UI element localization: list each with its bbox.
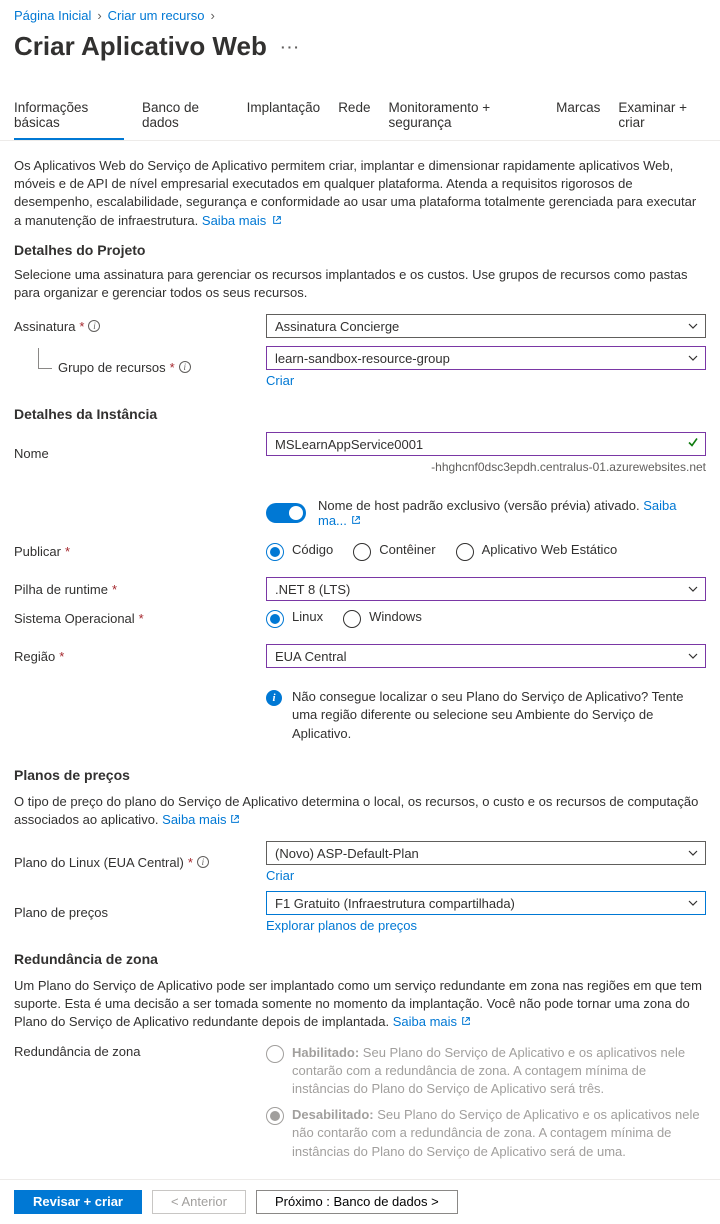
chevron-down-icon <box>687 320 699 332</box>
intro-text: Os Aplicativos Web do Serviço de Aplicat… <box>14 157 706 230</box>
publish-container-radio[interactable]: Contêiner <box>353 542 435 561</box>
external-link-icon <box>351 513 361 528</box>
create-plan-link[interactable]: Criar <box>266 868 706 883</box>
linux-plan-label: Plano do Linux (EUA Central) <box>14 855 184 870</box>
os-label: Sistema Operacional <box>14 611 135 626</box>
resource-group-label: Grupo de recursos <box>58 360 166 375</box>
name-row: Nome MSLearnAppService0001 -hhghcnf0dsc3… <box>14 432 706 474</box>
info-icon: i <box>266 690 282 706</box>
publish-static-radio[interactable]: Aplicativo Web Estático <box>456 542 618 561</box>
external-link-icon <box>272 213 282 228</box>
subscription-label: Assinatura <box>14 319 75 334</box>
info-icon[interactable]: i <box>179 361 191 373</box>
previous-button: < Anterior <box>152 1190 246 1214</box>
breadcrumb: Página Inicial › Criar um recurso › <box>0 0 720 27</box>
chevron-down-icon <box>687 897 699 909</box>
zone-redundancy-label: Redundância de zona <box>14 1044 141 1059</box>
subscription-select[interactable]: Assinatura Concierge <box>266 314 706 338</box>
chevron-down-icon <box>687 847 699 859</box>
tab-basics[interactable]: Informações básicas <box>14 92 124 140</box>
more-icon[interactable]: ··· <box>281 39 301 55</box>
chevron-right-icon: › <box>97 8 101 23</box>
region-info-row: i Não consegue localizar o seu Plano do … <box>14 676 706 749</box>
os-row: Sistema Operacional * Linux Windows <box>14 609 706 628</box>
name-input[interactable]: MSLearnAppService0001 <box>266 432 706 456</box>
chevron-right-icon: › <box>210 8 214 23</box>
region-select[interactable]: EUA Central <box>266 644 706 668</box>
region-label: Região <box>14 649 55 664</box>
linux-plan-select[interactable]: (Novo) ASP-Default-Plan <box>266 841 706 865</box>
next-button[interactable]: Próximo : Banco de dados > <box>256 1190 458 1214</box>
name-label: Nome <box>14 446 49 461</box>
zone-redundancy-row: Redundância de zona Habilitado: Seu Plan… <box>14 1044 706 1161</box>
zone-disabled-radio: Desabilitado: Seu Plano do Serviço de Ap… <box>266 1106 706 1161</box>
subscription-row: Assinatura * i Assinatura Concierge <box>14 314 706 338</box>
pricing-tier-label: Plano de preços <box>14 905 108 920</box>
zone-redundancy-desc: Um Plano do Serviço de Aplicativo pode s… <box>14 977 706 1032</box>
chevron-down-icon <box>687 583 699 595</box>
pricing-heading: Planos de preços <box>14 767 706 783</box>
breadcrumb-home[interactable]: Página Inicial <box>14 8 91 23</box>
checkmark-icon <box>687 437 699 452</box>
os-linux-radio[interactable]: Linux <box>266 609 323 628</box>
project-details-desc: Selecione uma assinatura para gerenciar … <box>14 266 706 302</box>
tab-monitoring[interactable]: Monitoramento + segurança <box>388 92 538 140</box>
instance-details-heading: Detalhes da Instância <box>14 406 706 422</box>
unique-hostname-row: Nome de host padrão exclusivo (versão pr… <box>14 482 706 534</box>
page-title-container: Criar Aplicativo Web ··· <box>0 27 720 74</box>
footer: Revisar + criar < Anterior Próximo : Ban… <box>0 1179 720 1224</box>
tab-deployment[interactable]: Implantação <box>247 92 321 140</box>
toggle-text: Nome de host padrão exclusivo (versão pr… <box>318 498 706 528</box>
learn-more-pricing-link[interactable]: Saiba mais <box>162 812 240 827</box>
page-title: Criar Aplicativo Web <box>14 31 267 62</box>
pricing-desc: O tipo de preço do plano do Serviço de A… <box>14 793 706 829</box>
tab-review[interactable]: Examinar + criar <box>618 92 706 140</box>
hostname-preview: -hhghcnf0dsc3epdh.centralus-01.azurewebs… <box>266 460 706 474</box>
pricing-tier-row: Plano de preços F1 Gratuito (Infraestrut… <box>14 891 706 933</box>
project-details-heading: Detalhes do Projeto <box>14 242 706 258</box>
tab-network[interactable]: Rede <box>338 92 370 140</box>
zone-redundancy-heading: Redundância de zona <box>14 951 706 967</box>
chevron-down-icon <box>687 650 699 662</box>
tab-tags[interactable]: Marcas <box>556 92 600 140</box>
publish-label: Publicar <box>14 544 61 559</box>
region-row: Região * EUA Central <box>14 644 706 668</box>
resource-group-select[interactable]: learn-sandbox-resource-group <box>266 346 706 370</box>
publish-row: Publicar * Código Contêiner Aplicativo W… <box>14 542 706 561</box>
external-link-icon <box>230 812 240 827</box>
os-windows-radio[interactable]: Windows <box>343 609 422 628</box>
pricing-tier-select[interactable]: F1 Gratuito (Infraestrutura compartilhad… <box>266 891 706 915</box>
info-icon[interactable]: i <box>197 856 209 868</box>
runtime-row: Pilha de runtime * .NET 8 (LTS) <box>14 577 706 601</box>
external-link-icon <box>461 1014 471 1029</box>
explore-pricing-link[interactable]: Explorar planos de preços <box>266 918 706 933</box>
resource-group-row: Grupo de recursos * i learn-sandbox-reso… <box>14 346 706 388</box>
breadcrumb-create-resource[interactable]: Criar um recurso <box>108 8 205 23</box>
tabs: Informações básicas Banco de dados Impla… <box>0 92 720 141</box>
linux-plan-row: Plano do Linux (EUA Central) * i (Novo) … <box>14 841 706 883</box>
create-resource-group-link[interactable]: Criar <box>266 373 706 388</box>
region-info-text: Não consegue localizar o seu Plano do Se… <box>292 688 706 743</box>
runtime-label: Pilha de runtime <box>14 582 108 597</box>
learn-more-link[interactable]: Saiba mais <box>202 213 282 228</box>
tab-database[interactable]: Banco de dados <box>142 92 229 140</box>
learn-more-zone-link[interactable]: Saiba mais <box>393 1014 471 1029</box>
runtime-select[interactable]: .NET 8 (LTS) <box>266 577 706 601</box>
publish-code-radio[interactable]: Código <box>266 542 333 561</box>
chevron-down-icon <box>687 352 699 364</box>
review-create-button[interactable]: Revisar + criar <box>14 1190 142 1214</box>
info-icon[interactable]: i <box>88 320 100 332</box>
unique-hostname-toggle[interactable] <box>266 503 306 523</box>
zone-enabled-radio: Habilitado: Seu Plano do Serviço de Apli… <box>266 1044 706 1099</box>
